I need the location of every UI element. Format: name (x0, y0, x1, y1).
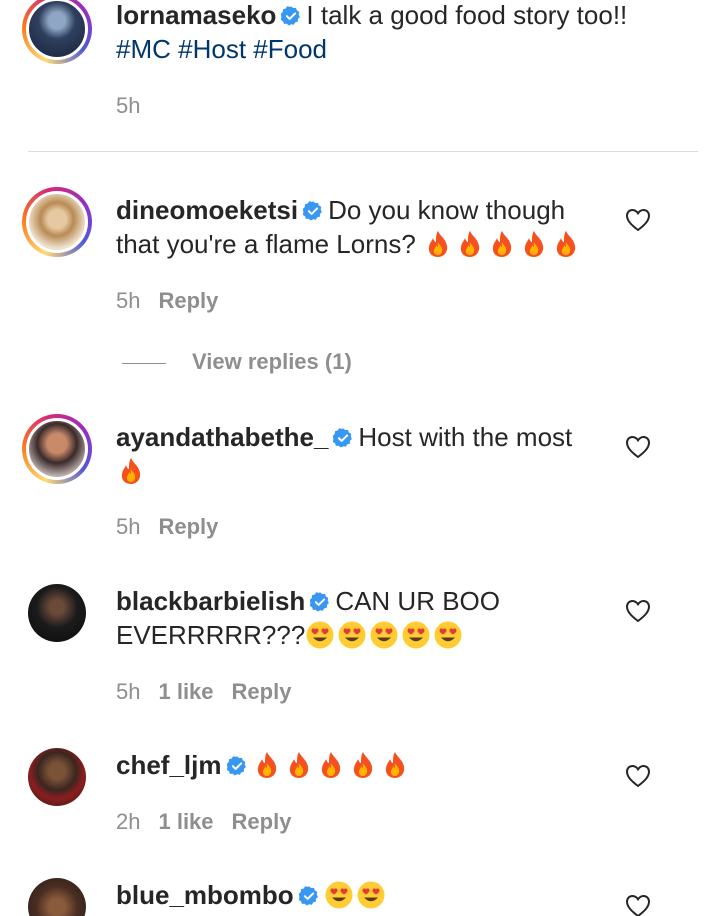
emoji-group (324, 880, 388, 910)
verified-badge-icon (280, 5, 302, 27)
fire-emoji-icon (423, 229, 453, 259)
heart-eyes-emoji-icon (305, 620, 335, 650)
emoji-group (252, 750, 412, 780)
verified-badge-icon (309, 591, 331, 613)
comment-body: blackbarbielish CAN UR BOO EVERRRRR??? (116, 584, 596, 652)
divider (122, 362, 166, 364)
heart-outline-icon[interactable] (625, 894, 651, 916)
comment-body: chef_ljm (116, 748, 596, 782)
reply-button[interactable]: Reply (158, 288, 218, 313)
heart-eyes-emoji-icon (324, 880, 354, 910)
divider (28, 151, 698, 152)
comment-time: 2h (116, 809, 141, 834)
heart-eyes-emoji-icon (369, 620, 399, 650)
comment-time: 5h (116, 514, 141, 539)
avatar[interactable] (22, 0, 92, 64)
hashtags[interactable]: #MC #Host #Food (116, 34, 327, 64)
avatar[interactable] (28, 748, 86, 806)
heart-eyes-emoji-icon (337, 620, 367, 650)
heart-outline-icon[interactable] (625, 208, 651, 232)
comment-username[interactable]: blue_mbombo (116, 880, 294, 910)
caption-body: lornamaseko I talk a good food story too!… (116, 0, 676, 66)
heart-outline-icon[interactable] (625, 599, 651, 623)
like-count[interactable]: 1 like (158, 809, 213, 834)
reply-button[interactable]: Reply (232, 809, 292, 834)
fire-emoji-icon (284, 750, 314, 780)
comment-time: 5h (116, 679, 141, 704)
emoji-group (116, 456, 148, 486)
emoji-group (305, 620, 465, 650)
comment-time: 5h (116, 288, 141, 313)
like-count[interactable]: 1 like (158, 679, 213, 704)
comment-meta: 5h 1 like Reply (116, 679, 309, 705)
avatar[interactable] (28, 584, 86, 642)
fire-emoji-icon (116, 456, 146, 486)
comment-time: 5h (116, 93, 141, 118)
comment-body: ayandathabethe_ Host with the most (116, 420, 596, 488)
comment-username[interactable]: ayandathabethe_ (116, 422, 328, 452)
comments-screen: lornamaseko I talk a good food story too!… (0, 0, 720, 916)
comment-body: dineomoeketsi Do you know though that you… (116, 193, 596, 261)
comment-body: blue_mbombo (116, 878, 596, 912)
fire-emoji-icon (348, 750, 378, 780)
heart-eyes-emoji-icon (433, 620, 463, 650)
comment-text: Host with the most (358, 422, 573, 452)
fire-emoji-icon (487, 229, 517, 259)
emoji-group (423, 229, 583, 259)
comment-username[interactable]: dineomoeketsi (116, 195, 298, 225)
comment-username[interactable]: blackbarbielish (116, 586, 305, 616)
comment-username[interactable]: chef_ljm (116, 750, 222, 780)
fire-emoji-icon (455, 229, 485, 259)
view-replies-label: View replies (1) (192, 349, 352, 374)
view-replies-button[interactable]: View replies (1) (122, 349, 352, 375)
comment-meta: 2h 1 like Reply (116, 809, 309, 835)
heart-eyes-emoji-icon (401, 620, 431, 650)
comment-meta: 5h Reply (116, 288, 236, 314)
reply-button[interactable]: Reply (232, 679, 292, 704)
verified-badge-icon (332, 427, 354, 449)
fire-emoji-icon (316, 750, 346, 780)
heart-outline-icon[interactable] (625, 764, 651, 788)
avatar[interactable] (22, 187, 92, 257)
heart-outline-icon[interactable] (625, 435, 651, 459)
comment-meta: 5h (116, 93, 158, 119)
heart-eyes-emoji-icon (356, 880, 386, 910)
avatar[interactable] (28, 878, 86, 916)
verified-badge-icon (226, 755, 248, 777)
verified-badge-icon (298, 885, 320, 907)
fire-emoji-icon (519, 229, 549, 259)
comment-text: I talk a good food story too!! (306, 0, 628, 30)
fire-emoji-icon (252, 750, 282, 780)
avatar[interactable] (22, 414, 92, 484)
verified-badge-icon (302, 200, 324, 222)
fire-emoji-icon (551, 229, 581, 259)
comment-meta: 5h Reply (116, 514, 236, 540)
comment-username[interactable]: lornamaseko (116, 0, 276, 30)
fire-emoji-icon (380, 750, 410, 780)
reply-button[interactable]: Reply (158, 514, 218, 539)
